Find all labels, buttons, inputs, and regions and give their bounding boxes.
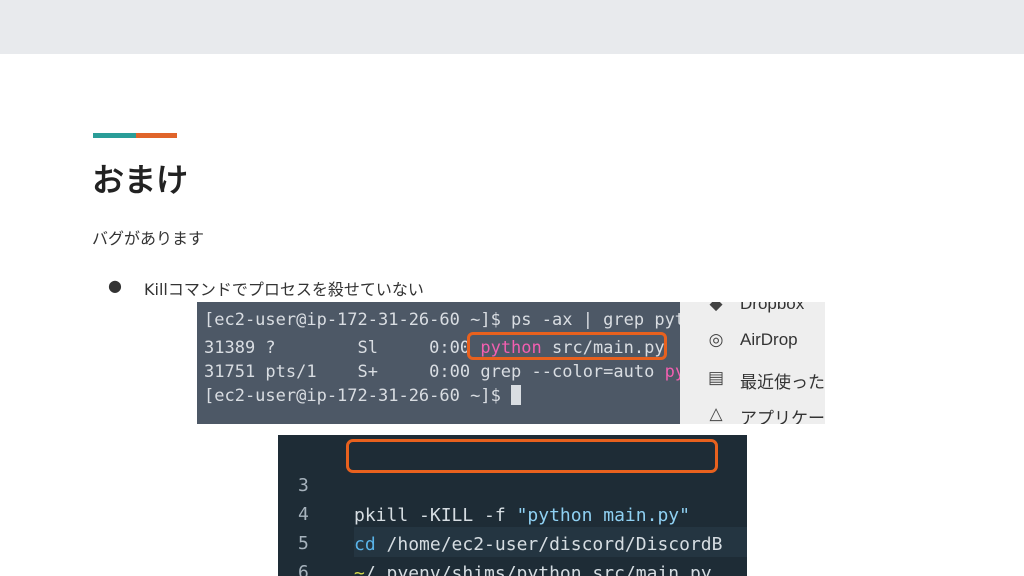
code-line-5: 5 ~/.pyenv/shims/python src/main.py [278, 499, 747, 576]
terminal-line-2-prefix: 31389 ? Sl 0:00 [204, 338, 481, 358]
terminal-prompt: [ec2-user@ip-172-31-26-60 ~]$ [204, 386, 512, 406]
slide-title: おまけ [92, 161, 189, 199]
finder-item-label: アプリケー [740, 409, 825, 424]
terminal-screenshot: [ec2-user@ip-172-31-26-60 ~]$ ps -ax | g… [197, 302, 825, 424]
applications-icon: △ [709, 404, 723, 423]
finder-sidebar: ◆ Dropbox ◎ AirDrop ▤ 最近使った △ アプリケー [680, 302, 825, 424]
accent-orange [136, 133, 177, 138]
slide-subtitle: バグがあります [92, 229, 205, 248]
process-highlight-box [467, 332, 667, 360]
code-text: ~/.pyenv/shims/python src/main.py [354, 559, 712, 576]
dropbox-icon: ◆ [709, 302, 723, 313]
terminal-line-1: [ec2-user@ip-172-31-26-60 ~]$ ps -ax | g… [204, 310, 716, 330]
terminal-line-3: 31751 pts/1 S+ 0:00 grep --color=auto py… [204, 360, 726, 384]
bullet-text: Killコマンドでプロセスを殺せていない [144, 280, 424, 299]
airdrop-icon: ◎ [708, 330, 724, 349]
finder-item-label: Dropbox [740, 302, 805, 313]
pkill-highlight-box [346, 439, 718, 473]
recent-icon: ▤ [707, 368, 725, 387]
code-tilde: ~ [354, 563, 365, 576]
code-line-6: 6 [278, 528, 747, 576]
line-number: 6 [298, 562, 309, 576]
top-bar [0, 0, 1024, 54]
terminal-cursor [511, 385, 522, 405]
editor-screenshot: 3 pkill -KILL -f "python main.py" 4 cd /… [278, 435, 747, 576]
terminal-line-3-prefix: 31751 pts/1 S+ 0:00 grep --color=auto [204, 362, 665, 382]
code-rest: /.pyenv/shims/python src/main.py [364, 563, 712, 576]
accent-teal [93, 133, 136, 138]
code-line-4: 4 cd /home/ec2-user/discord/DiscordB [278, 470, 747, 555]
terminal-line-4: [ec2-user@ip-172-31-26-60 ~]$ [204, 384, 522, 408]
finder-item-label: 最近使った [740, 373, 825, 392]
finder-item-label: AirDrop [740, 330, 798, 349]
bullet-marker: ● [108, 276, 122, 295]
